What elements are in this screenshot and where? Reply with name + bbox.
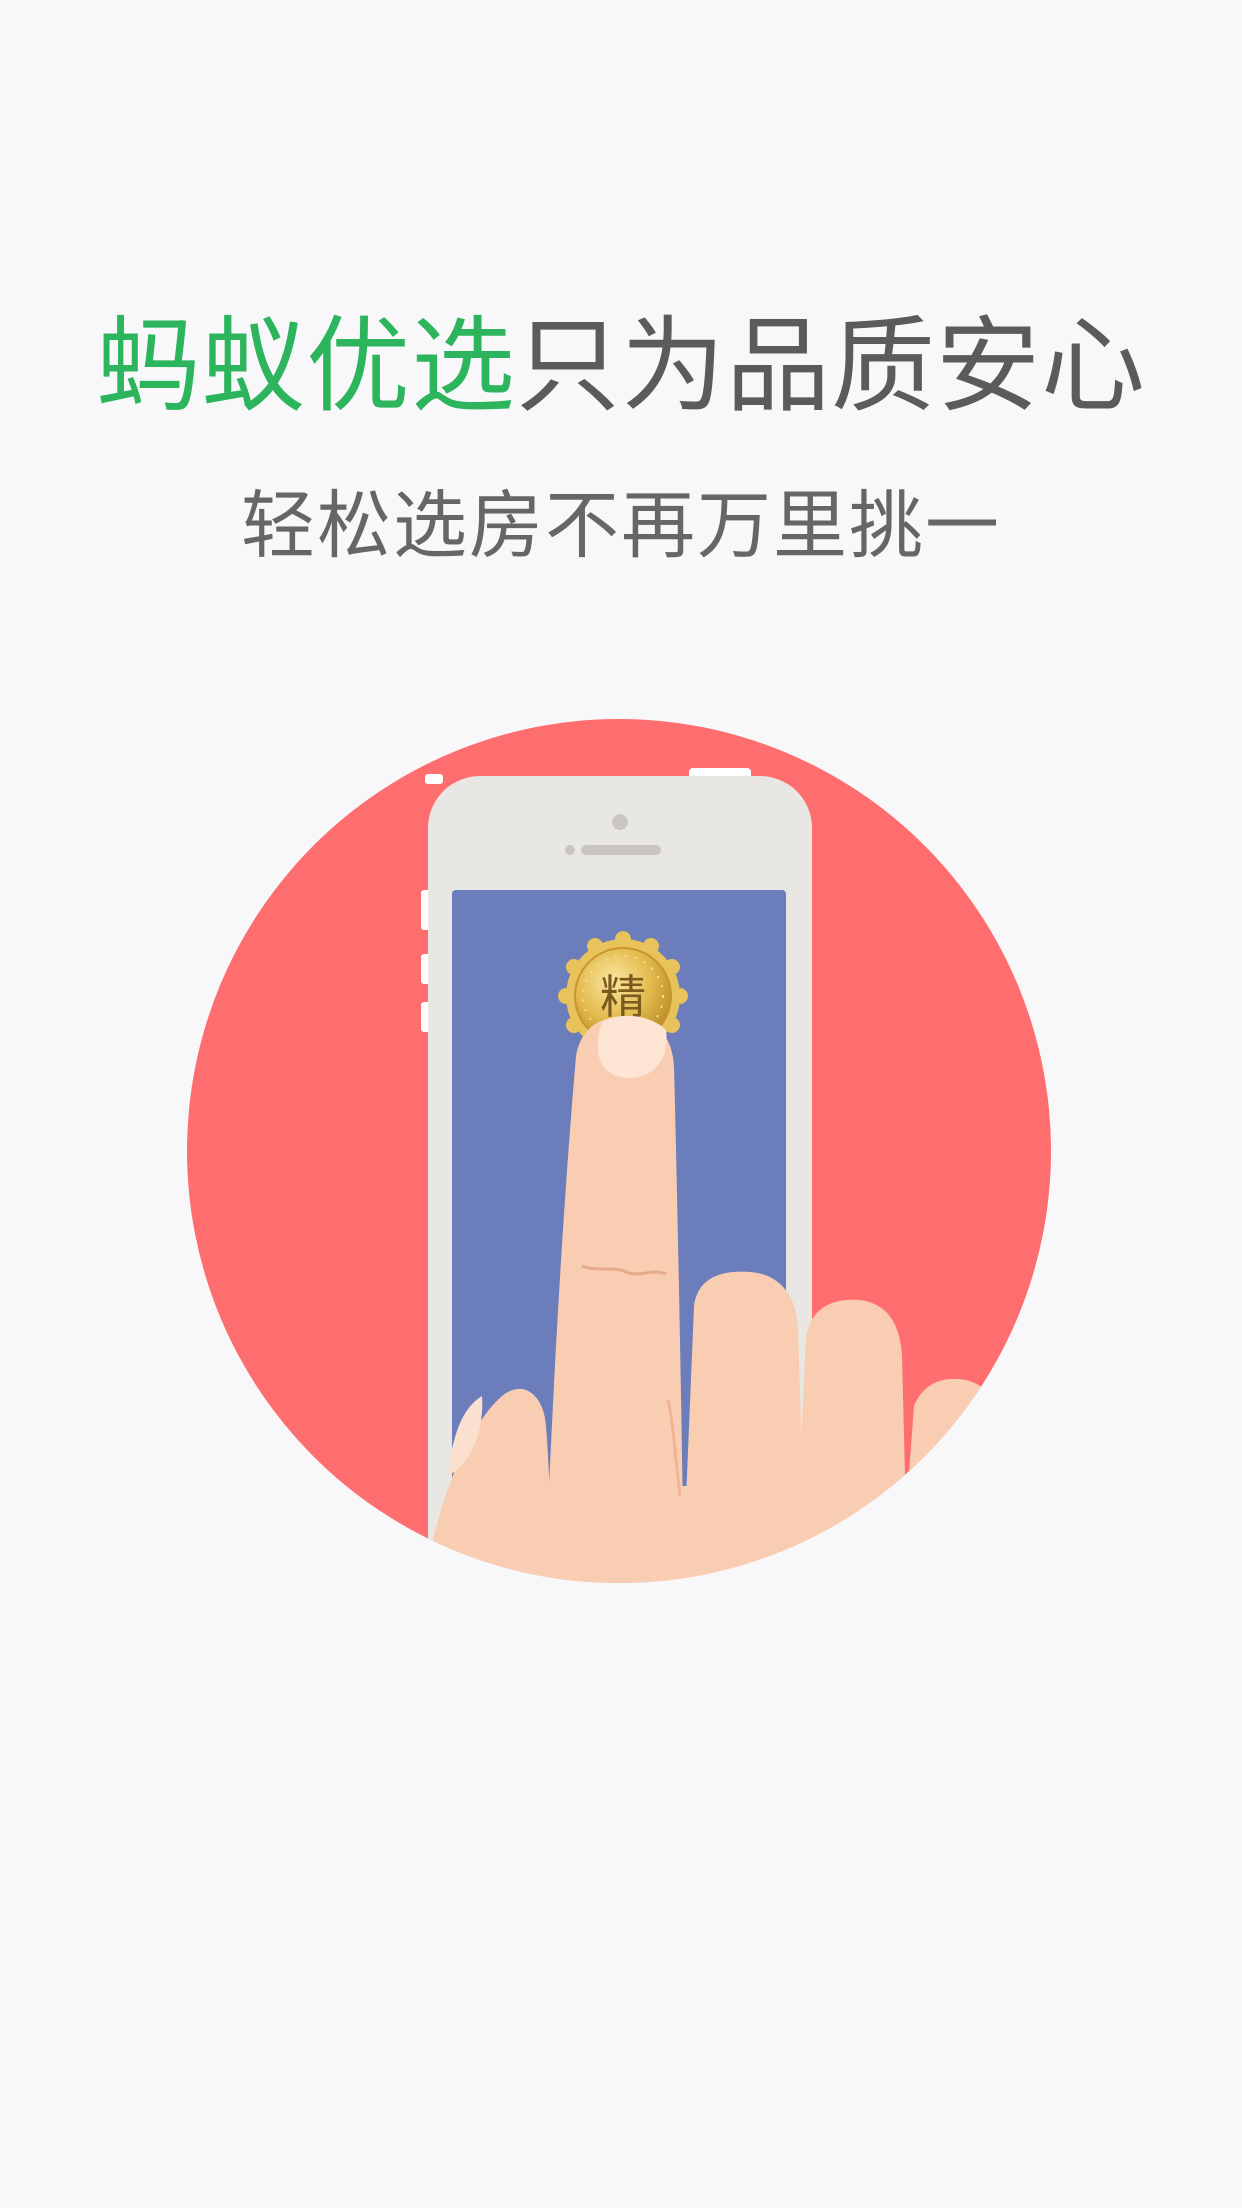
page-title: 蚂蚁优选只为品质安心 [0, 296, 1242, 436]
tagline: 只为品质安心 [516, 305, 1147, 427]
brand-name: 蚂蚁优选 [95, 305, 516, 427]
phone-tap-illustration: 精 [184, 706, 1054, 1596]
onboarding-page: 蚂蚁优选只为品质安心 轻松选房不再万里挑一 精 [0, 0, 1242, 2208]
page-subtitle: 轻松选房不再万里挑一 [241, 483, 1001, 569]
badge-character: 精 [600, 970, 646, 1024]
